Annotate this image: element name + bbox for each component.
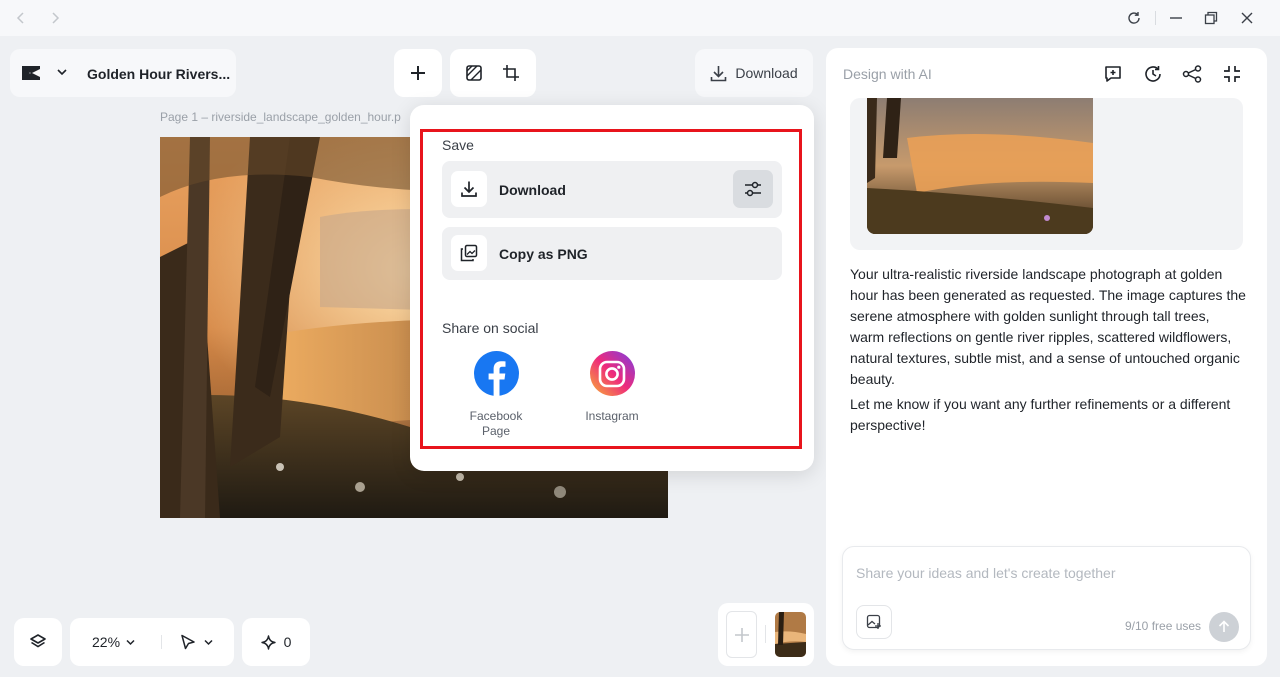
capcut-logo-icon[interactable] [20, 62, 44, 84]
page-label: Page 1 – riverside_landscape_golden_hour… [160, 110, 401, 124]
titlebar-divider [1155, 11, 1156, 25]
copy-image-icon [460, 244, 478, 262]
credits-button[interactable]: 0 [242, 618, 310, 666]
collapse-button[interactable] [1221, 63, 1243, 85]
download-settings-button[interactable] [733, 170, 773, 208]
download-option-icon-box [451, 171, 487, 207]
resize-icon [503, 65, 519, 81]
zoom-dropdown[interactable]: 22% [92, 618, 136, 666]
cursor-icon [181, 634, 195, 650]
back-button[interactable] [12, 9, 30, 27]
download-icon [711, 65, 727, 81]
sliders-icon [745, 181, 761, 197]
credits-count: 0 [283, 634, 292, 650]
new-chat-button[interactable] [1102, 63, 1124, 85]
chevron-left-icon [16, 12, 24, 24]
facebook-icon [473, 351, 519, 396]
pages-strip [718, 603, 814, 666]
background-icon [466, 65, 482, 81]
attach-image-button[interactable] [856, 605, 892, 639]
download-icon [461, 181, 477, 197]
copy-png-label: Copy as PNG [499, 246, 588, 262]
instagram-share-button[interactable]: Instagram [567, 351, 657, 424]
chat-input-box[interactable]: Share your ideas and let's create togeth… [842, 546, 1251, 650]
ai-message-paragraph-1: Your ultra-realistic riverside landscape… [850, 266, 1246, 387]
share-heading: Share on social [442, 320, 539, 336]
instagram-icon [589, 351, 635, 396]
pages-divider [765, 625, 766, 643]
ai-message-paragraph-2: Let me know if you want any further refi… [850, 396, 1231, 433]
chevron-down-icon [57, 69, 67, 76]
refresh-button[interactable] [1125, 9, 1143, 27]
instagram-label: Instagram [585, 409, 639, 423]
download-top-button[interactable]: Download [695, 49, 813, 97]
restore-button[interactable] [1202, 9, 1220, 27]
arrow-up-icon [1218, 620, 1230, 632]
history-icon [1145, 66, 1161, 82]
zoom-toolbar: 22% [70, 618, 234, 666]
download-top-label: Download [735, 65, 798, 81]
generated-image-card [850, 98, 1243, 250]
restore-icon [1204, 11, 1218, 25]
chevron-right-icon [52, 12, 60, 24]
layers-button[interactable] [14, 618, 62, 666]
free-uses-counter: 9/10 free uses [1125, 619, 1202, 633]
minimize-icon [1170, 17, 1182, 19]
project-menu-chevron[interactable] [56, 66, 68, 78]
nodes-icon [1182, 65, 1202, 83]
send-button[interactable] [1209, 612, 1239, 642]
close-button[interactable] [1238, 9, 1256, 27]
sparkle-icon [260, 634, 276, 650]
copy-option-icon-box [451, 235, 487, 271]
background-button[interactable] [465, 64, 483, 82]
panel-title: Design with AI [843, 66, 932, 82]
facebook-label: Facebook Page [469, 409, 523, 438]
share-flow-button[interactable] [1181, 63, 1203, 85]
close-icon [1241, 12, 1253, 24]
chat-input[interactable]: Share your ideas and let's create togeth… [856, 565, 1116, 581]
download-option[interactable]: Download [442, 161, 782, 218]
copy-png-option[interactable]: Copy as PNG [442, 227, 782, 280]
plus-icon [734, 627, 749, 642]
download-option-label: Download [499, 182, 566, 198]
canvas-tools [450, 49, 536, 97]
new-chat-icon [1105, 66, 1121, 82]
add-image-icon [866, 614, 881, 629]
save-heading: Save [442, 137, 474, 153]
pointer-tool-dropdown[interactable] [180, 618, 214, 666]
ai-panel: Design with AI Your ultra-realistic rive… [826, 48, 1267, 666]
zoom-value: 22% [92, 634, 121, 650]
resize-button[interactable] [502, 64, 520, 82]
collapse-icon [1224, 66, 1240, 82]
generated-image-thumb[interactable] [867, 98, 1093, 234]
add-button[interactable] [394, 49, 442, 97]
refresh-icon [1128, 12, 1140, 24]
layers-icon [30, 634, 46, 648]
facebook-share-button[interactable]: Facebook Page [451, 351, 541, 439]
history-button[interactable] [1142, 63, 1164, 85]
title-bar [0, 0, 1280, 36]
plus-icon [411, 66, 425, 80]
chevron-down-icon [204, 639, 213, 645]
minimize-button[interactable] [1167, 9, 1185, 27]
project-title[interactable]: Golden Hour Rivers... [87, 66, 230, 82]
add-page-button[interactable] [726, 611, 757, 658]
zoom-divider [161, 635, 162, 649]
forward-button[interactable] [46, 9, 64, 27]
ai-message: Your ultra-realistic riverside landscape… [850, 264, 1246, 440]
page-thumbnail[interactable] [775, 612, 806, 657]
chevron-down-icon [126, 639, 135, 645]
